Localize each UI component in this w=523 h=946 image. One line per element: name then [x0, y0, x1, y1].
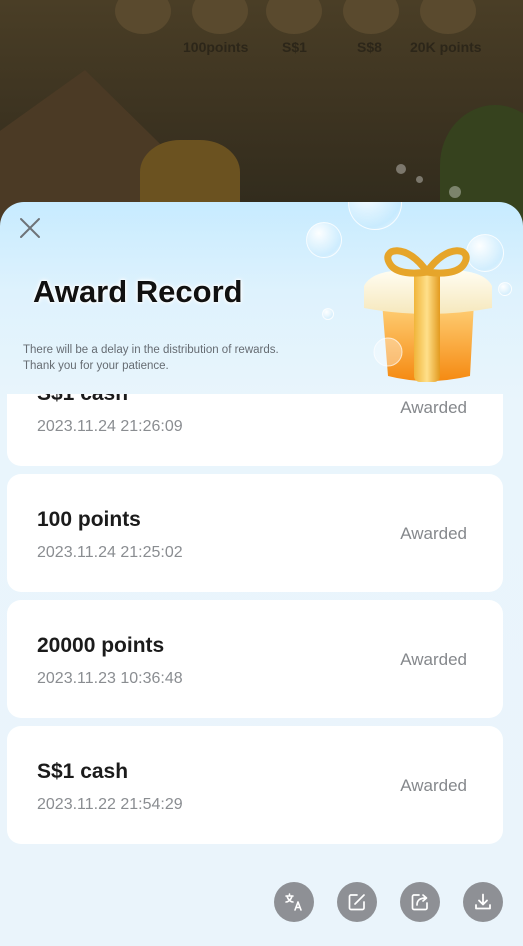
download-icon: [475, 893, 491, 910]
close-icon: [20, 218, 40, 238]
status-label: Awarded: [400, 398, 467, 417]
bubble: [306, 222, 342, 258]
bubble: [348, 202, 402, 230]
bubble: [416, 176, 423, 183]
edit-button[interactable]: [337, 882, 377, 922]
record-time: 2023.11.22 21:54:29: [37, 796, 183, 813]
record-time: 2023.11.24 21:26:09: [37, 418, 183, 435]
edit-icon: [348, 894, 365, 911]
list-item: 20000 points 2023.11.23 10:36:48 Awarded: [7, 600, 503, 718]
share-button[interactable]: [400, 882, 440, 922]
status-label: Awarded: [400, 524, 467, 543]
notice-line: Thank you for your patience.: [23, 360, 169, 372]
record-name: S$1 cash: [37, 760, 129, 783]
prize-thumbnail: [192, 0, 248, 34]
translate-icon: [285, 893, 302, 911]
award-record-sheet: Award Record There will be a delay in th…: [0, 202, 523, 946]
record-name: S$1 cash: [37, 394, 128, 406]
gift-box-icon: [364, 247, 492, 382]
download-button[interactable]: [463, 882, 503, 922]
prize-thumbnail: [115, 0, 171, 34]
record-name: 20000 points: [37, 634, 165, 657]
prize-thumbnail: [266, 0, 322, 34]
prize-label: S$1: [282, 39, 307, 55]
prize-thumbnail: [420, 0, 476, 34]
share-icon: [411, 894, 428, 911]
prize-label: 20K points: [410, 39, 482, 55]
notice-line: There will be a delay in the distributio…: [23, 344, 279, 356]
sheet-header: Award Record There will be a delay in th…: [0, 202, 523, 394]
translate-button[interactable]: [274, 882, 314, 922]
award-record-list[interactable]: S$1 cash 2023.11.24 21:26:09 Awarded 100…: [0, 394, 523, 946]
bubble: [449, 186, 461, 198]
status-label: Awarded: [400, 650, 467, 669]
game-background: 100points S$1 S$8 20K points: [0, 0, 523, 230]
record-name: 100 points: [37, 508, 141, 531]
record-time: 2023.11.24 21:25:02: [37, 544, 183, 561]
close-button[interactable]: [16, 214, 44, 242]
status-label: Awarded: [400, 776, 467, 795]
page-title: Award Record: [33, 274, 243, 309]
bubble: [322, 308, 334, 320]
list-item: S$1 cash 2023.11.22 21:54:29 Awarded: [7, 726, 503, 844]
record-time: 2023.11.23 10:36:48: [37, 670, 183, 687]
list-item: S$1 cash 2023.11.24 21:26:09 Awarded: [7, 394, 503, 466]
prize-label: 100points: [183, 39, 249, 55]
prize-thumbnail: [343, 0, 399, 34]
delay-notice: There will be a delay in the distributio…: [23, 342, 343, 374]
prize-label: S$8: [357, 39, 382, 55]
list-item: 100 points 2023.11.24 21:25:02 Awarded: [7, 474, 503, 592]
bubble: [396, 164, 406, 174]
